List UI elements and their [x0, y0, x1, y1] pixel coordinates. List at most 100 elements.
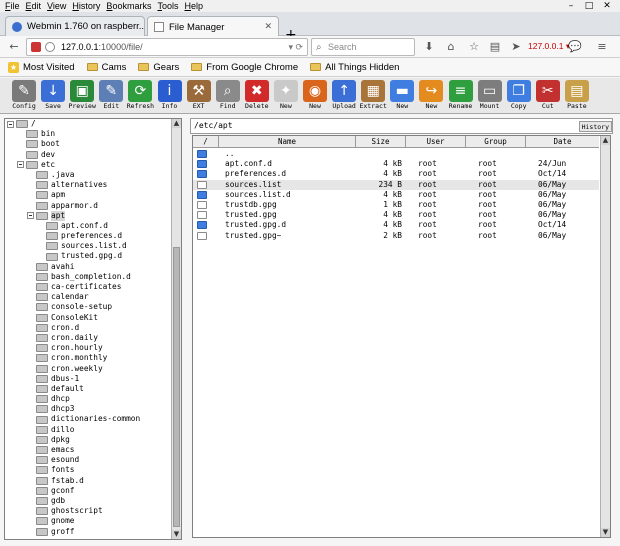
search-input[interactable]: ⌕ Search — [311, 38, 415, 56]
tree-node[interactable]: ghostscript — [7, 506, 171, 516]
download-icon[interactable]: ⬇ — [422, 40, 436, 54]
column-sort-toggle[interactable]: / — [193, 136, 219, 147]
ip-indicator[interactable]: 127.0.0.1 ▾ — [528, 41, 570, 52]
tree-node[interactable]: dev — [7, 150, 171, 160]
tree-node[interactable]: dpkg — [7, 435, 171, 445]
tree-scrollbar[interactable]: ▲ ▼ — [171, 119, 181, 539]
toolbar-button-new[interactable]: ↪ New — [416, 79, 446, 113]
hamburger-menu-icon[interactable]: ≡ — [595, 40, 609, 54]
tree-scroll-thumb[interactable] — [173, 247, 180, 527]
tree-node[interactable]: calendar — [7, 292, 171, 302]
scroll-up-icon[interactable]: ▲ — [172, 119, 181, 128]
menu-tools[interactable]: Tools — [157, 0, 178, 12]
file-row[interactable]: trusted.gpg~ 2 kB root root 06/May — [193, 231, 599, 241]
tree-node[interactable]: gconf — [7, 486, 171, 496]
bookmark-from-google-chrome[interactable]: From Google Chrome — [191, 62, 298, 73]
file-row[interactable]: sources.list 234 B root root 06/May — [193, 179, 599, 190]
tree-node[interactable]: cron.weekly — [7, 364, 171, 374]
scroll-down-icon[interactable]: ▼ — [601, 528, 610, 537]
menu-help[interactable]: Help — [184, 0, 203, 12]
scroll-up-icon[interactable]: ▲ — [601, 136, 610, 145]
tree-node[interactable]: apt.conf.d — [7, 221, 171, 231]
menu-bookmarks[interactable]: Bookmarks — [106, 0, 151, 12]
file-list-scrollbar[interactable]: ▲ ▼ — [600, 136, 610, 537]
tree-node[interactable]: bash_completion.d — [7, 272, 171, 282]
menu-history[interactable]: History — [72, 0, 100, 12]
toolbar-button-ext[interactable]: ⚒ EXT — [184, 79, 214, 113]
collapse-toggle-icon[interactable] — [27, 212, 34, 220]
menu-file[interactable]: File — [5, 0, 20, 12]
toolbar-button-config[interactable]: ✎ Config — [9, 79, 39, 113]
toolbar-button-new[interactable]: ✦ New — [271, 79, 301, 113]
tree-node[interactable]: apm — [7, 190, 171, 200]
toolbar-button-find[interactable]: ⌕ Find — [213, 79, 243, 113]
toolbar-button-info[interactable]: i Info — [155, 79, 185, 113]
tree-node[interactable]: dbus-1 — [7, 374, 171, 384]
tree-node[interactable]: console-setup — [7, 302, 171, 312]
toolbar-button-rename[interactable]: ≡ Rename — [446, 79, 476, 113]
tree-node[interactable]: sources.list.d — [7, 241, 171, 251]
file-row[interactable]: trusted.gpg.d 4 kB root root Oct/14 — [193, 220, 599, 230]
file-row[interactable]: sources.list.d 4 kB root root 06/May — [193, 190, 599, 200]
tree-node[interactable]: boot — [7, 139, 171, 149]
minimize-icon[interactable]: – — [562, 0, 580, 12]
reload-icon[interactable]: ▾ ⟳ — [288, 39, 303, 55]
toolbar-button-new[interactable]: ▬ New — [387, 79, 417, 113]
tab-webmin[interactable]: Webmin 1.760 on raspberr... — [5, 16, 145, 36]
tree-node[interactable]: cron.monthly — [7, 353, 171, 363]
tree-node[interactable]: etc — [7, 160, 171, 170]
toolbar-button-save[interactable]: ↓ Save — [38, 79, 68, 113]
toolbar-button-new[interactable]: ◉ New — [300, 79, 330, 113]
column-header-size[interactable]: Size — [356, 136, 406, 147]
tree-node[interactable]: preferences.d — [7, 231, 171, 241]
toolbar-button-preview[interactable]: ▣ Preview — [67, 79, 97, 113]
tree-node[interactable]: fonts — [7, 465, 171, 475]
bookmark-most-visited[interactable]: ★ Most Visited — [8, 61, 75, 73]
tree-node[interactable]: dhcp3 — [7, 404, 171, 414]
history-button[interactable]: History — [578, 121, 612, 132]
tree-node[interactable]: gdb — [7, 496, 171, 506]
toolbar-button-paste[interactable]: ▤ Paste — [562, 79, 592, 113]
tab-file-manager[interactable]: File Manager ✕ — [147, 16, 279, 37]
toolbar-button-cut[interactable]: ✂ Cut — [533, 79, 563, 113]
file-row[interactable]: trustdb.gpg 1 kB root root 06/May — [193, 200, 599, 210]
column-header-date[interactable]: Date — [526, 136, 599, 147]
home-icon[interactable]: ⌂ — [444, 40, 458, 54]
tree-node[interactable]: ConsoleKit — [7, 313, 171, 323]
collapse-toggle-icon[interactable] — [17, 161, 24, 169]
toolbar-button-extract[interactable]: ▦ Extract — [358, 79, 388, 113]
scroll-down-icon[interactable]: ▼ — [172, 530, 181, 539]
tree-node[interactable]: esound — [7, 455, 171, 465]
bookmark-all-things-hidden[interactable]: All Things Hidden — [310, 62, 399, 73]
toolbar-button-upload[interactable]: ↑ Upload — [329, 79, 359, 113]
close-window-icon[interactable]: ✕ — [598, 0, 616, 12]
column-header-name[interactable]: Name — [219, 136, 356, 147]
tree-node[interactable]: apparmor.d — [7, 201, 171, 211]
tree-node[interactable]: bin — [7, 129, 171, 139]
file-row[interactable]: apt.conf.d 4 kB root root 24/Jun — [193, 159, 599, 169]
file-row[interactable]: preferences.d 4 kB root root Oct/14 — [193, 169, 599, 179]
tree-node[interactable]: cron.daily — [7, 333, 171, 343]
tree-node[interactable]: .java — [7, 170, 171, 180]
maximize-icon[interactable]: □ — [580, 0, 598, 12]
file-row[interactable]: trusted.gpg 4 kB root root 06/May — [193, 210, 599, 220]
tree-node[interactable]: dillo — [7, 425, 171, 435]
path-field[interactable]: /etc/apt History — [190, 118, 613, 134]
tree-node[interactable]: emacs — [7, 445, 171, 455]
toolbar-button-refresh[interactable]: ⟳ Refresh — [125, 79, 155, 113]
tree-node[interactable]: cron.hourly — [7, 343, 171, 353]
tree-node[interactable]: avahi — [7, 262, 171, 272]
tree-node[interactable]: / — [7, 119, 171, 129]
tree-node[interactable]: fstab.d — [7, 476, 171, 486]
menu-edit[interactable]: Edit — [26, 0, 42, 12]
file-row[interactable]: .. — [193, 149, 599, 159]
tree-node[interactable]: default — [7, 384, 171, 394]
toolbar-button-delete[interactable]: ✖ Delete — [242, 79, 272, 113]
tree-node[interactable]: dictionaries-common — [7, 414, 171, 424]
tree-node[interactable]: dhcp — [7, 394, 171, 404]
tree-node[interactable]: trusted.gpg.d — [7, 251, 171, 261]
collapse-toggle-icon[interactable] — [7, 120, 14, 128]
bookmark-cams[interactable]: Cams — [86, 62, 126, 73]
tree-node[interactable]: ca-certificates — [7, 282, 171, 292]
toolbar-button-copy[interactable]: ❐ Copy — [504, 79, 534, 113]
